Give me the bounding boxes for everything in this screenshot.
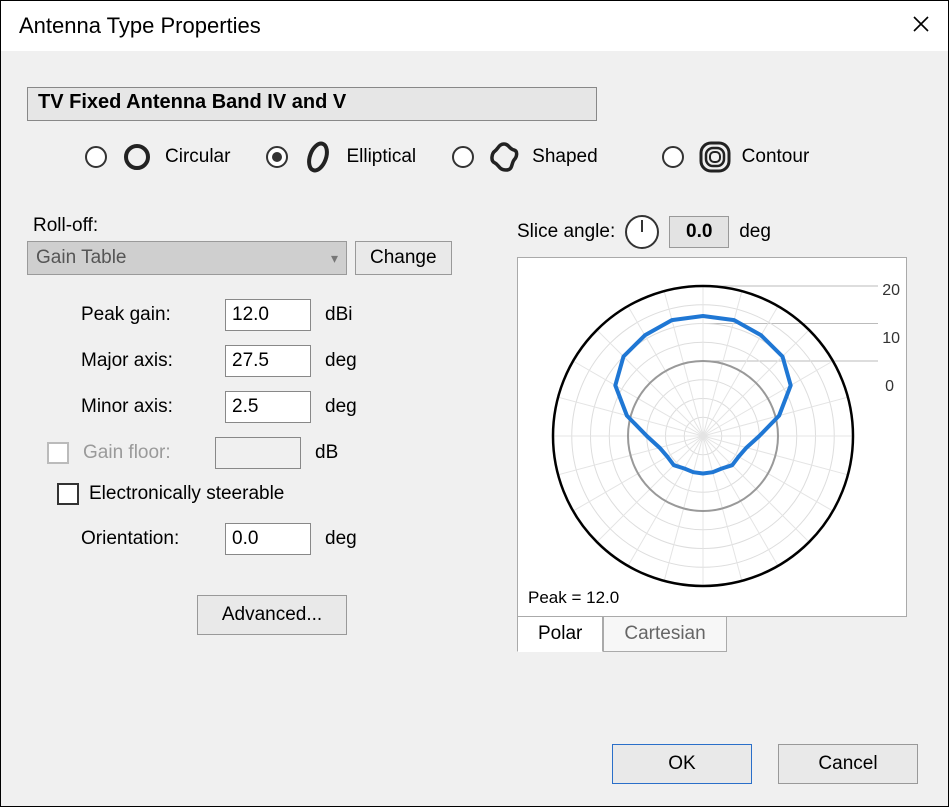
peak-gain-unit: dBi	[325, 304, 375, 326]
polar-chart: Peak = 12.0 20 10 0	[517, 257, 907, 617]
peak-readout: Peak = 12.0	[528, 588, 619, 608]
circle-icon	[119, 139, 155, 175]
advanced-button[interactable]: Advanced...	[197, 595, 347, 635]
gain-floor-unit: dB	[315, 442, 365, 464]
change-button[interactable]: Change	[355, 241, 452, 275]
chevron-down-icon: ▾	[331, 250, 338, 267]
tick-10: 10	[882, 330, 900, 348]
antenna-name-field[interactable]: TV Fixed Antenna Band IV and V	[27, 87, 597, 121]
radio-contour[interactable]	[662, 146, 684, 168]
tick-0: 0	[885, 378, 894, 396]
minor-axis-input[interactable]	[225, 391, 311, 423]
rolloff-select[interactable]: Gain Table ▾	[27, 241, 347, 275]
major-axis-label: Major axis:	[81, 350, 211, 372]
label-shaped: Shaped	[532, 146, 598, 168]
major-axis-unit: deg	[325, 350, 375, 372]
contour-icon	[696, 139, 732, 175]
orientation-input[interactable]	[225, 523, 311, 555]
radio-shaped[interactable]	[452, 146, 474, 168]
tick-20: 20	[882, 282, 900, 300]
slice-value[interactable]: 0.0	[669, 216, 729, 248]
gain-floor-label: Gain floor:	[83, 442, 201, 464]
minor-axis-unit: deg	[325, 396, 375, 418]
orientation-label: Orientation:	[81, 528, 211, 550]
close-icon[interactable]	[912, 13, 930, 39]
label-circular: Circular	[165, 146, 230, 168]
gain-floor-checkbox	[47, 442, 69, 464]
minor-axis-label: Minor axis:	[81, 396, 211, 418]
window-title: Antenna Type Properties	[19, 13, 261, 39]
ellipse-icon	[300, 139, 336, 175]
peak-gain-label: Peak gain:	[81, 304, 211, 326]
major-axis-input[interactable]	[225, 345, 311, 377]
slice-label: Slice angle:	[517, 221, 615, 243]
radio-elliptical[interactable]	[266, 146, 288, 168]
chart-tabs: Polar Cartesian	[517, 616, 922, 652]
tab-polar[interactable]: Polar	[517, 616, 603, 652]
slice-knob[interactable]	[625, 215, 659, 249]
rolloff-label: Roll-off:	[33, 215, 487, 237]
steerable-checkbox[interactable]	[57, 483, 79, 505]
peak-gain-input[interactable]	[225, 299, 311, 331]
orientation-unit: deg	[325, 528, 375, 550]
rolloff-value: Gain Table	[36, 247, 127, 269]
cancel-button[interactable]: Cancel	[778, 744, 918, 784]
label-contour: Contour	[742, 146, 810, 168]
shaped-icon	[486, 139, 522, 175]
polar-plot-svg	[518, 258, 906, 616]
gain-floor-input	[215, 437, 301, 469]
tab-cartesian[interactable]: Cartesian	[603, 616, 726, 652]
titlebar: Antenna Type Properties	[1, 1, 948, 51]
radio-circular[interactable]	[85, 146, 107, 168]
steerable-label: Electronically steerable	[89, 483, 284, 505]
ok-button[interactable]: OK	[612, 744, 752, 784]
label-elliptical: Elliptical	[346, 146, 416, 168]
shape-selector: Circular Elliptical Shaped Contour	[85, 139, 922, 175]
slice-unit: deg	[739, 221, 771, 243]
dialog-window: Antenna Type Properties TV Fixed Antenna…	[0, 0, 949, 807]
